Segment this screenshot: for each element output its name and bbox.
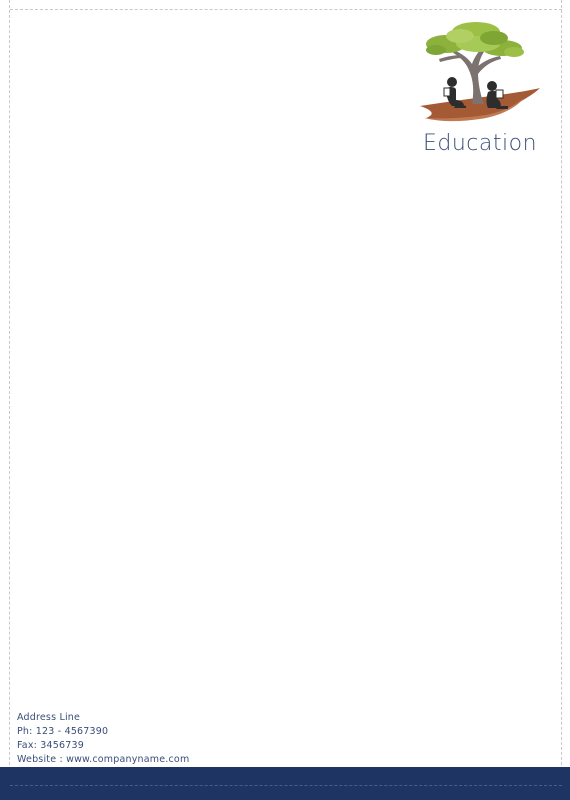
fax-line: Fax: 3456739 [17,740,84,751]
trim-guide-right [561,0,562,800]
tree-with-readers-icon [416,18,544,130]
footer-bar [0,767,570,800]
trim-guide-left [9,0,10,800]
letterhead-page: Education Address Line Ph: 123 - 4567390… [0,0,570,800]
phone-line: Ph: 123 - 4567390 [17,726,109,737]
trim-guide-top [10,9,562,10]
address-line: Address Line [17,712,81,723]
trim-guide-bottom [10,785,562,786]
website-line: Website : www.companyname.com [17,754,190,765]
brand-name: Education [422,131,538,156]
contact-block: Address Line Ph: 123 - 4567390 Fax: 3456… [17,711,189,767]
